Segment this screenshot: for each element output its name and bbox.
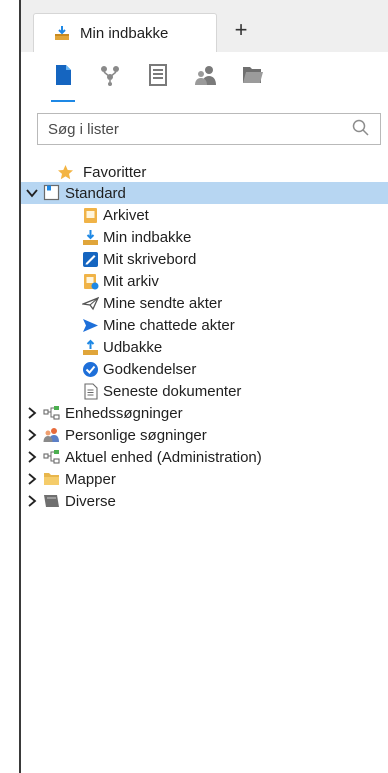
tree-item-label: Seneste dokumenter xyxy=(103,382,242,400)
tree-item-favoritter[interactable]: Favoritter xyxy=(21,161,388,183)
chevron-right-icon[interactable] xyxy=(26,429,38,441)
navigation-panel: Min indbakke + Søg i lister Favoritter S… xyxy=(19,0,388,773)
tree-item-label: Standard xyxy=(65,184,126,202)
chevron-down-icon[interactable] xyxy=(26,187,38,199)
people-icon xyxy=(43,428,59,442)
chevron-right-icon[interactable] xyxy=(26,407,38,419)
users-icon[interactable] xyxy=(194,63,218,87)
tree-item-label: Aktuel enhed (Administration) xyxy=(65,448,262,466)
chevron-right-icon[interactable] xyxy=(26,451,38,463)
recent-document-icon xyxy=(84,382,98,400)
sent-paper-plane-icon xyxy=(82,296,99,310)
tree-item-label: Enhedssøgninger xyxy=(65,404,183,422)
tree-item-label: Godkendelser xyxy=(103,360,197,378)
tree-item-label: Arkivet xyxy=(103,206,149,224)
tree-item-enhedssoegninger[interactable]: Enhedssøgninger xyxy=(21,402,388,424)
archive-box-icon xyxy=(84,207,97,223)
list-icon[interactable] xyxy=(146,63,170,87)
desk-icon xyxy=(83,251,98,267)
tab-min-indbakke[interactable]: Min indbakke xyxy=(33,13,217,52)
tree-item-label: Personlige søgninger xyxy=(65,426,207,444)
outbox-tray-icon xyxy=(83,339,98,355)
tree-item-arkivet[interactable]: Arkivet xyxy=(21,204,388,226)
tree-item-standard[interactable]: Standard xyxy=(21,182,388,204)
chevron-right-icon[interactable] xyxy=(26,473,38,485)
add-tab-button[interactable]: + xyxy=(231,19,251,41)
tree-item-min-indbakke[interactable]: Min indbakke xyxy=(21,226,388,248)
tree-item-label: Mine chattede akter xyxy=(103,316,235,334)
tree-item-label: Mine sendte akter xyxy=(103,294,223,312)
inbox-tray-icon xyxy=(83,229,98,245)
tree-item-godkendelser[interactable]: Godkendelser xyxy=(21,358,388,380)
tree-item-mit-skrivebord[interactable]: Mit skrivebord xyxy=(21,248,388,270)
folder-icon xyxy=(44,473,59,485)
tab-label: Min indbakke xyxy=(80,24,169,42)
tree-item-label: Mapper xyxy=(65,470,116,488)
misc-icon xyxy=(44,495,59,507)
tree-item-diverse[interactable]: Diverse xyxy=(21,490,388,512)
tree-item-mine-chattede-akter[interactable]: Mine chattede akter xyxy=(21,314,388,336)
unit-tree-icon xyxy=(43,450,60,464)
standard-list-icon xyxy=(43,184,60,201)
search-icon[interactable] xyxy=(352,119,370,137)
inbox-tray-icon xyxy=(55,26,69,40)
tree-item-label: Min indbakke xyxy=(103,228,192,246)
tree-item-aktuel-enhed[interactable]: Aktuel enhed (Administration) xyxy=(21,446,388,468)
tree-item-label: Mit arkiv xyxy=(103,272,159,290)
tree-item-label: Udbakke xyxy=(103,338,163,356)
tree-item-label: Diverse xyxy=(65,492,116,510)
unit-tree-icon xyxy=(43,406,60,420)
tree-item-personlige-soegninger[interactable]: Personlige søgninger xyxy=(21,424,388,446)
active-view-indicator xyxy=(51,100,75,102)
personal-archive-icon xyxy=(84,273,99,289)
checkmark-circle-icon xyxy=(83,361,98,377)
folders-icon[interactable] xyxy=(241,63,265,87)
tree-item-udbakke[interactable]: Udbakke xyxy=(21,336,388,358)
tree-item-label: Favoritter xyxy=(83,163,147,181)
send-arrow-icon xyxy=(83,318,98,332)
search-field[interactable] xyxy=(37,113,381,145)
tab-bar: Min indbakke + xyxy=(21,0,388,52)
star-icon xyxy=(58,164,73,179)
tree-item-mapper[interactable]: Mapper xyxy=(21,468,388,490)
org-tree-icon[interactable] xyxy=(98,63,122,87)
tree-item-seneste-dokumenter[interactable]: Seneste dokumenter xyxy=(21,380,388,402)
tree-item-label: Mit skrivebord xyxy=(103,250,197,268)
chevron-right-icon[interactable] xyxy=(26,495,38,507)
tree-item-mit-arkiv[interactable]: Mit arkiv xyxy=(21,270,388,292)
document-icon[interactable] xyxy=(51,63,75,87)
tree-item-mine-sendte-akter[interactable]: Mine sendte akter xyxy=(21,292,388,314)
search-input[interactable] xyxy=(46,119,340,139)
